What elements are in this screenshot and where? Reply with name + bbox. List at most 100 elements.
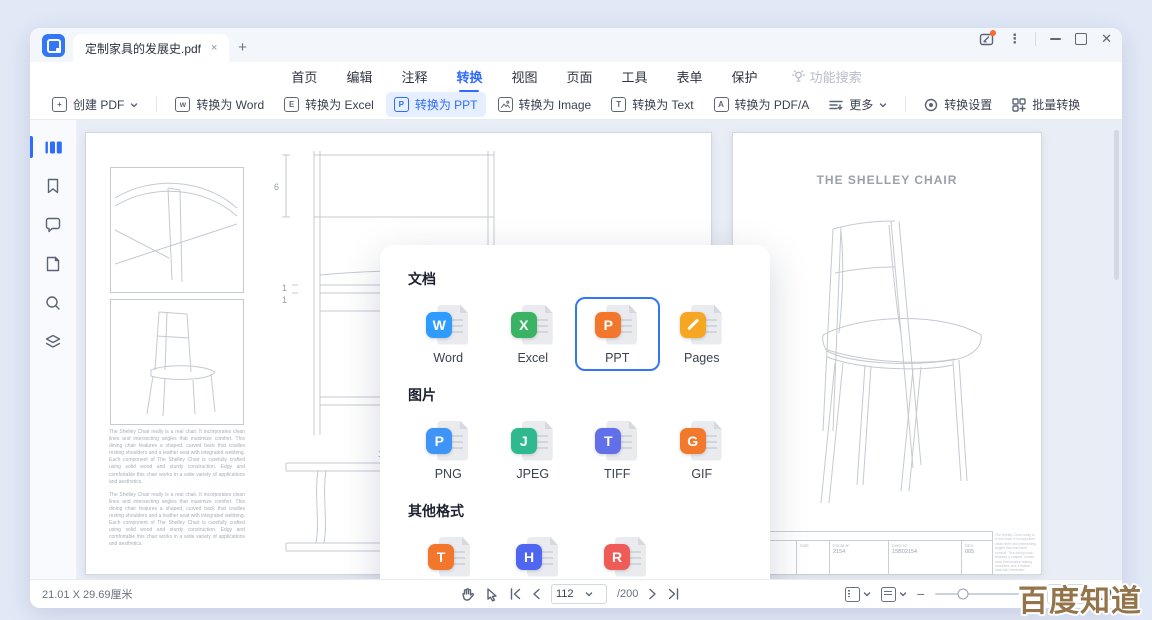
bookmark-icon (44, 177, 62, 195)
format-row-other: T Text H HTML R RTF (406, 529, 744, 579)
format-pages[interactable]: Pages (660, 297, 745, 371)
chair-detail-sketch (110, 167, 244, 293)
sidebar-item-attachments[interactable] (38, 249, 68, 279)
title-block-side-note: The Shelley Chair really is a real chair… (995, 533, 1037, 571)
attachment-page-icon (44, 255, 62, 273)
menu-form[interactable]: 表单 (676, 64, 704, 89)
app-body: The Shelley Chair really is a real chair… (30, 120, 1122, 579)
format-text[interactable]: T Text (406, 529, 494, 579)
hand-tool-icon[interactable] (460, 587, 475, 602)
convert-excel-label: 转换为 Excel (305, 96, 374, 113)
format-png[interactable]: P PNG (406, 413, 491, 487)
divider (156, 97, 157, 112)
chevron-down-icon (899, 590, 907, 598)
document-tab[interactable]: 定制家具的发展史.pdf × (73, 34, 229, 62)
page-total: /200 (617, 588, 638, 600)
vertical-scrollbar[interactable] (1114, 130, 1119, 280)
create-pdf-button[interactable]: + 创建 PDF (44, 92, 146, 117)
create-pdf-label: 创建 PDF (73, 96, 124, 113)
more-button[interactable]: 更多 (821, 92, 895, 117)
dim-back: 6 (274, 182, 279, 192)
word-file-icon: W (426, 304, 470, 346)
excel-file-icon: X (511, 304, 555, 346)
menu-page[interactable]: 页面 (566, 64, 594, 89)
format-rtf[interactable]: R RTF (582, 529, 670, 579)
maximize-button[interactable] (1075, 33, 1087, 45)
page-view-mode-button[interactable] (845, 587, 871, 602)
page-number-box[interactable] (551, 584, 607, 604)
first-page-icon[interactable] (509, 588, 522, 600)
convert-settings-button[interactable]: 转换设置 (916, 92, 1000, 117)
close-button[interactable]: ✕ (1101, 31, 1112, 47)
convert-pdfa-label: 转换为 PDF/A (735, 96, 810, 113)
format-row-images: P PNG J JPEG T TIFF G GIF (406, 413, 744, 487)
pages-file-icon (680, 304, 724, 346)
sidebar-item-bookmarks[interactable] (38, 171, 68, 201)
pen-icon (687, 319, 699, 331)
convert-pdfa-button[interactable]: A 转换为 PDF/A (706, 92, 818, 117)
fscm-label: FSCM N° (833, 543, 885, 548)
format-excel[interactable]: X Excel (491, 297, 576, 371)
title-bar: 定制家具的发展史.pdf × + ⋮ ✕ (30, 28, 1122, 62)
sidebar-item-thumbnails[interactable] (38, 132, 68, 162)
layers-icon (44, 333, 62, 351)
window-controls: ⋮ ✕ (979, 28, 1112, 62)
format-ppt[interactable]: P PPT (575, 297, 660, 371)
menu-protect[interactable]: 保护 (731, 64, 759, 89)
format-row-documents: W Word X Excel P PPT Pages (406, 297, 744, 371)
convert-excel-button[interactable]: E 转换为 Excel (276, 92, 382, 117)
chair-perspective-drawing (795, 213, 995, 524)
dwg-value: 15B02154 (892, 549, 958, 555)
size-label: SIZE (800, 543, 826, 548)
feature-search[interactable]: 功能搜索 (792, 67, 862, 86)
excel-doc-icon: E (284, 97, 299, 112)
image-doc-icon (498, 97, 513, 112)
zoom-slider[interactable] (935, 593, 1019, 595)
convert-ppt-button[interactable]: P 转换为 PPT (386, 92, 486, 117)
convert-image-button[interactable]: 转换为 Image (490, 92, 600, 117)
minimize-button[interactable] (1050, 38, 1061, 40)
previous-page-icon[interactable] (532, 588, 541, 600)
status-bar: 21.01 X 29.69厘米 /200 − (30, 579, 1122, 608)
sidebar-item-search[interactable] (38, 288, 68, 318)
convert-word-button[interactable]: w 转换为 Word (167, 92, 272, 117)
convert-text-button[interactable]: T 转换为 Text (603, 92, 701, 117)
page-number-input[interactable] (556, 588, 582, 600)
new-tab-button[interactable]: + (229, 34, 255, 60)
zoom-out-button[interactable]: − (917, 587, 925, 601)
active-indicator (30, 136, 33, 158)
sidebar-item-layers[interactable] (38, 327, 68, 357)
format-tiff[interactable]: T TIFF (575, 413, 660, 487)
png-file-icon: P (426, 420, 470, 462)
next-page-icon[interactable] (648, 588, 657, 600)
menu-edit[interactable]: 编辑 (345, 64, 373, 89)
feedback-icon[interactable] (979, 32, 994, 47)
menu-comment[interactable]: 注释 (400, 64, 428, 89)
batch-convert-label: 批量转换 (1032, 96, 1080, 113)
select-tool-icon[interactable] (485, 587, 499, 602)
convert-format-panel: 文档 W Word X Excel P PPT Pages (380, 245, 770, 579)
page-title: THE SHELLEY CHAIR (733, 173, 1041, 187)
menu-convert[interactable]: 转换 (455, 64, 483, 89)
menu-view[interactable]: 视图 (510, 64, 538, 89)
page-layout-icon (881, 587, 896, 602)
page-navigation: /200 (460, 584, 680, 604)
format-word[interactable]: W Word (406, 297, 491, 371)
page-layout-button[interactable] (881, 587, 907, 602)
last-page-icon[interactable] (667, 588, 680, 600)
more-menu-icon[interactable]: ⋮ (1008, 31, 1021, 47)
format-gif[interactable]: G GIF (660, 413, 745, 487)
menu-tools[interactable]: 工具 (621, 64, 649, 89)
sidebar-item-comments[interactable] (38, 210, 68, 240)
batch-convert-button[interactable]: 批量转换 (1004, 92, 1088, 117)
format-html[interactable]: H HTML (494, 529, 582, 579)
menu-home[interactable]: 首页 (290, 64, 318, 89)
zoom-slider-knob[interactable] (958, 589, 969, 600)
feature-search-label: 功能搜索 (810, 67, 862, 86)
single-page-view-icon (845, 587, 860, 602)
thumbnails-icon (44, 138, 63, 157)
format-jpeg[interactable]: J JPEG (491, 413, 576, 487)
tab-close-icon[interactable]: × (211, 42, 217, 54)
dwg-label: DWG N° (892, 543, 958, 548)
left-sidebar (30, 120, 77, 579)
